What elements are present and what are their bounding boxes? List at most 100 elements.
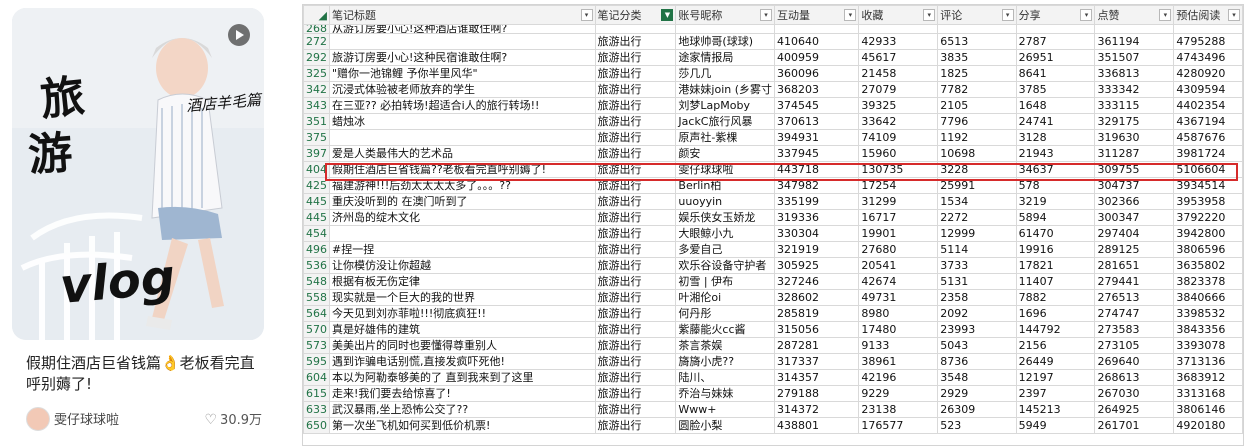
dropdown-icon[interactable]: ▾ <box>923 9 936 21</box>
cell-interactions[interactable]: 335199 <box>774 193 860 210</box>
cell-account[interactable]: 娱乐侠女玉娇龙 <box>675 209 776 226</box>
cell-interactions[interactable]: 370613 <box>774 113 860 130</box>
cell-comments[interactable]: 1534 <box>937 193 1017 210</box>
cell-account[interactable]: 陆川、 <box>675 369 776 386</box>
cell-category[interactable]: 旅游出行 <box>594 353 677 370</box>
cell-interactions[interactable]: 314372 <box>774 401 860 418</box>
cell-title[interactable]: 走来!我们要去给惊喜了! <box>329 385 596 402</box>
cell-comments[interactable]: 26309 <box>937 401 1017 418</box>
cell-account[interactable]: 乔治与妹妹 <box>675 385 776 402</box>
cell-comments[interactable]: 7782 <box>937 81 1017 98</box>
cell-account[interactable]: 茶言茶娱 <box>675 337 776 354</box>
col-header-likes[interactable]: 点赞 ▾ <box>1094 5 1175 25</box>
row-number[interactable]: 445 <box>303 193 330 210</box>
row-number[interactable]: 404 <box>303 161 330 178</box>
cell-account[interactable]: 刘梦LapMoby <box>675 97 776 114</box>
cell-category[interactable]: 旅游出行 <box>594 289 677 306</box>
cell-comments[interactable]: 5114 <box>937 241 1017 258</box>
cell-favorites[interactable]: 42674 <box>858 273 939 290</box>
cell-estimated-reads[interactable]: 5106604 <box>1173 161 1243 178</box>
cell-favorites[interactable]: 74109 <box>858 129 939 146</box>
cell-favorites[interactable]: 33642 <box>858 113 939 130</box>
row-number[interactable]: 342 <box>303 81 330 98</box>
cell-interactions[interactable]: 400959 <box>774 49 860 66</box>
cell-title[interactable]: 从游订房要小心!这种酒店谁敢住啊? <box>329 24 596 34</box>
cell-comments[interactable]: 8736 <box>937 353 1017 370</box>
cell-shares[interactable]: 3785 <box>1015 81 1096 98</box>
cell-interactions[interactable]: 279188 <box>774 385 860 402</box>
cell-interactions[interactable]: 347982 <box>774 177 860 194</box>
row-number[interactable]: 564 <box>303 305 330 322</box>
cell-comments[interactable]: 1192 <box>937 129 1017 146</box>
cell[interactable] <box>675 24 776 34</box>
cell[interactable] <box>1015 24 1096 34</box>
cell-account[interactable]: 何丹彤 <box>675 305 776 322</box>
cell-title[interactable]: 根据有板无伤定律 <box>329 273 596 290</box>
cell-title[interactable]: 旅游订房要小心!这种民宿谁敢住啊? <box>329 49 596 66</box>
col-header-favorites[interactable]: 收藏 ▾ <box>858 5 939 25</box>
cell-interactions[interactable]: 327246 <box>774 273 860 290</box>
row-number[interactable]: 343 <box>303 97 330 114</box>
cell-account[interactable]: 多爱自己 <box>675 241 776 258</box>
cell-title[interactable]: 在三亚?? 必拍转场!超适合i人的旅行转场!! <box>329 97 596 114</box>
cell-estimated-reads[interactable]: 3823378 <box>1173 273 1243 290</box>
row-number[interactable]: 595 <box>303 353 330 370</box>
cell[interactable] <box>1094 24 1175 34</box>
row-number[interactable]: 650 <box>303 417 330 434</box>
row-number[interactable]: 351 <box>303 113 330 130</box>
cell-interactions[interactable]: 317337 <box>774 353 860 370</box>
cell-favorites[interactable]: 27079 <box>858 81 939 98</box>
cell-interactions[interactable]: 314357 <box>774 369 860 386</box>
cell-account[interactable]: 初雪 | 伊布 <box>675 273 776 290</box>
cell-interactions[interactable]: 287281 <box>774 337 860 354</box>
cell-comments[interactable]: 2358 <box>937 289 1017 306</box>
cell-likes[interactable]: 261701 <box>1094 417 1175 434</box>
cell-likes[interactable]: 281651 <box>1094 257 1175 274</box>
row-number[interactable]: 425 <box>303 177 330 194</box>
cell-account[interactable]: 莎几几 <box>675 65 776 82</box>
cell[interactable] <box>858 24 939 34</box>
row-number[interactable]: 375 <box>303 129 330 146</box>
cell-likes[interactable]: 289125 <box>1094 241 1175 258</box>
cell-likes[interactable]: 329175 <box>1094 113 1175 130</box>
cell[interactable] <box>1173 24 1243 34</box>
cell-category[interactable]: 旅游出行 <box>594 113 677 130</box>
cell-category[interactable]: 旅游出行 <box>594 97 677 114</box>
cell-estimated-reads[interactable]: 3792220 <box>1173 209 1243 226</box>
dropdown-icon[interactable]: ▾ <box>844 9 857 21</box>
row-number[interactable]: 268 <box>303 24 330 34</box>
cell-estimated-reads[interactable]: 3683912 <box>1173 369 1243 386</box>
cell-account[interactable]: 港妹妹join (乡雾寸 <box>675 81 776 98</box>
cell-category[interactable]: 旅游出行 <box>594 209 677 226</box>
row-number[interactable]: 573 <box>303 337 330 354</box>
cell-favorites[interactable]: 31299 <box>858 193 939 210</box>
cell-favorites[interactable]: 45617 <box>858 49 939 66</box>
like-count[interactable]: ♡ 30.9万 <box>204 409 262 428</box>
cell-title[interactable]: 真是好雄伟的建筑 <box>329 321 596 338</box>
cell-account[interactable]: 颜安 <box>675 145 776 162</box>
cell-interactions[interactable]: 410640 <box>774 33 860 50</box>
cell-likes[interactable]: 304737 <box>1094 177 1175 194</box>
cell-title[interactable]: 沉浸式体验被老师放弃的学生 <box>329 81 596 98</box>
cell-likes[interactable]: 351507 <box>1094 49 1175 66</box>
cell-comments[interactable]: 2929 <box>937 385 1017 402</box>
cell-estimated-reads[interactable]: 3840666 <box>1173 289 1243 306</box>
cell-favorites[interactable]: 38961 <box>858 353 939 370</box>
cell-interactions[interactable]: 360096 <box>774 65 860 82</box>
cell-estimated-reads[interactable]: 3313168 <box>1173 385 1243 402</box>
cell-category[interactable]: 旅游出行 <box>594 273 677 290</box>
cell-likes[interactable]: 273583 <box>1094 321 1175 338</box>
col-header-account[interactable]: 账号昵称 ▾ <box>675 5 776 25</box>
cell-shares[interactable]: 1696 <box>1015 305 1096 322</box>
cell-comments[interactable]: 5043 <box>937 337 1017 354</box>
cell-favorites[interactable]: 19901 <box>858 225 939 242</box>
cell-title[interactable]: 福建游神!!!后劲太太太太多了。。。?? <box>329 177 596 194</box>
cell-shares[interactable]: 34637 <box>1015 161 1096 178</box>
cell[interactable] <box>937 24 1017 34</box>
cell-comments[interactable]: 3548 <box>937 369 1017 386</box>
cell-likes[interactable]: 269640 <box>1094 353 1175 370</box>
cell-title[interactable]: 第一次坐飞机如何买到低价机票! <box>329 417 596 434</box>
cell-shares[interactable]: 3219 <box>1015 193 1096 210</box>
cell-estimated-reads[interactable]: 4743496 <box>1173 49 1243 66</box>
cell-account[interactable]: 紫藤能火cc酱 <box>675 321 776 338</box>
